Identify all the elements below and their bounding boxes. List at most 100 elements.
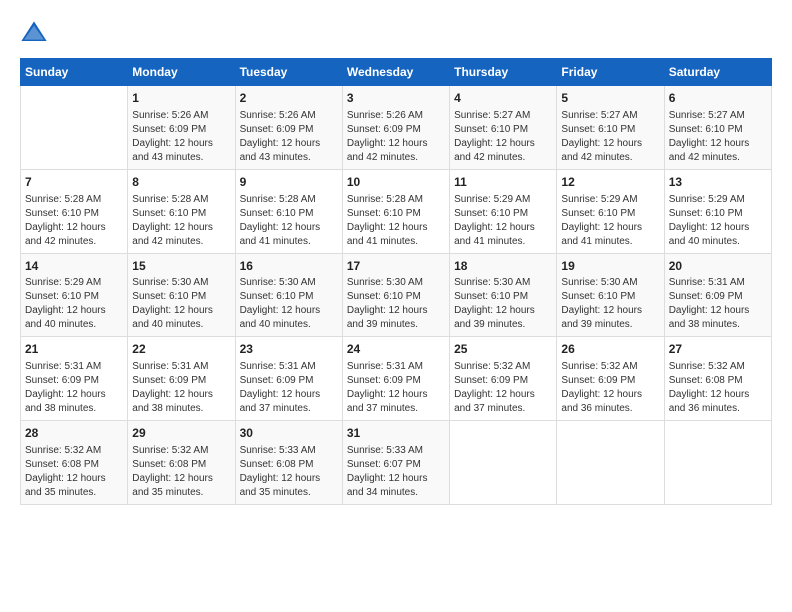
sunset: Sunset: 6:08 PM — [132, 458, 230, 472]
day-number: 5 — [561, 90, 659, 107]
sunset: Sunset: 6:10 PM — [347, 290, 445, 304]
sunrise: Sunrise: 5:28 AM — [25, 193, 123, 207]
sunrise: Sunrise: 5:28 AM — [132, 193, 230, 207]
day-info: Sunrise: 5:33 AM Sunset: 6:07 PM Dayligh… — [347, 444, 445, 500]
daylight: Daylight: 12 hours and 37 minutes. — [347, 388, 445, 416]
day-number: 17 — [347, 258, 445, 275]
daylight: Daylight: 12 hours and 40 minutes. — [240, 304, 338, 332]
sunset: Sunset: 6:10 PM — [454, 207, 552, 221]
calendar-week-row: 21 Sunrise: 5:31 AM Sunset: 6:09 PM Dayl… — [21, 337, 772, 421]
calendar-cell: 19 Sunrise: 5:30 AM Sunset: 6:10 PM Dayl… — [557, 253, 664, 337]
daylight: Daylight: 12 hours and 41 minutes. — [240, 221, 338, 249]
daylight: Daylight: 12 hours and 38 minutes. — [25, 388, 123, 416]
calendar-cell — [450, 421, 557, 505]
sunrise: Sunrise: 5:29 AM — [25, 276, 123, 290]
calendar-cell: 3 Sunrise: 5:26 AM Sunset: 6:09 PM Dayli… — [342, 86, 449, 170]
day-number: 3 — [347, 90, 445, 107]
calendar-cell: 7 Sunrise: 5:28 AM Sunset: 6:10 PM Dayli… — [21, 169, 128, 253]
calendar-cell: 31 Sunrise: 5:33 AM Sunset: 6:07 PM Dayl… — [342, 421, 449, 505]
day-number: 9 — [240, 174, 338, 191]
sunrise: Sunrise: 5:30 AM — [347, 276, 445, 290]
day-info: Sunrise: 5:31 AM Sunset: 6:09 PM Dayligh… — [25, 360, 123, 416]
day-info: Sunrise: 5:28 AM Sunset: 6:10 PM Dayligh… — [347, 193, 445, 249]
calendar-cell: 26 Sunrise: 5:32 AM Sunset: 6:09 PM Dayl… — [557, 337, 664, 421]
sunset: Sunset: 6:09 PM — [561, 374, 659, 388]
calendar-week-row: 14 Sunrise: 5:29 AM Sunset: 6:10 PM Dayl… — [21, 253, 772, 337]
day-number: 15 — [132, 258, 230, 275]
day-info: Sunrise: 5:30 AM Sunset: 6:10 PM Dayligh… — [132, 276, 230, 332]
daylight: Daylight: 12 hours and 40 minutes. — [132, 304, 230, 332]
sunset: Sunset: 6:10 PM — [240, 290, 338, 304]
sunrise: Sunrise: 5:30 AM — [240, 276, 338, 290]
sunset: Sunset: 6:10 PM — [561, 123, 659, 137]
daylight: Daylight: 12 hours and 35 minutes. — [132, 472, 230, 500]
weekday-header-saturday: Saturday — [664, 59, 771, 86]
day-number: 18 — [454, 258, 552, 275]
day-number: 22 — [132, 341, 230, 358]
daylight: Daylight: 12 hours and 38 minutes. — [132, 388, 230, 416]
day-info: Sunrise: 5:28 AM Sunset: 6:10 PM Dayligh… — [132, 193, 230, 249]
daylight: Daylight: 12 hours and 41 minutes. — [561, 221, 659, 249]
sunset: Sunset: 6:10 PM — [132, 290, 230, 304]
weekday-header-thursday: Thursday — [450, 59, 557, 86]
sunset: Sunset: 6:09 PM — [25, 374, 123, 388]
calendar-body: 1 Sunrise: 5:26 AM Sunset: 6:09 PM Dayli… — [21, 86, 772, 505]
sunrise: Sunrise: 5:28 AM — [240, 193, 338, 207]
sunrise: Sunrise: 5:31 AM — [25, 360, 123, 374]
sunrise: Sunrise: 5:28 AM — [347, 193, 445, 207]
sunrise: Sunrise: 5:27 AM — [669, 109, 767, 123]
calendar-cell: 8 Sunrise: 5:28 AM Sunset: 6:10 PM Dayli… — [128, 169, 235, 253]
sunset: Sunset: 6:10 PM — [347, 207, 445, 221]
sunset: Sunset: 6:10 PM — [669, 123, 767, 137]
day-number: 31 — [347, 425, 445, 442]
calendar-cell: 22 Sunrise: 5:31 AM Sunset: 6:09 PM Dayl… — [128, 337, 235, 421]
daylight: Daylight: 12 hours and 42 minutes. — [347, 137, 445, 165]
calendar-cell: 5 Sunrise: 5:27 AM Sunset: 6:10 PM Dayli… — [557, 86, 664, 170]
daylight: Daylight: 12 hours and 41 minutes. — [454, 221, 552, 249]
day-number: 11 — [454, 174, 552, 191]
calendar-cell: 1 Sunrise: 5:26 AM Sunset: 6:09 PM Dayli… — [128, 86, 235, 170]
calendar-cell: 21 Sunrise: 5:31 AM Sunset: 6:09 PM Dayl… — [21, 337, 128, 421]
day-info: Sunrise: 5:27 AM Sunset: 6:10 PM Dayligh… — [561, 109, 659, 165]
calendar-cell — [21, 86, 128, 170]
day-number: 6 — [669, 90, 767, 107]
weekday-header-monday: Monday — [128, 59, 235, 86]
sunrise: Sunrise: 5:26 AM — [132, 109, 230, 123]
day-info: Sunrise: 5:29 AM Sunset: 6:10 PM Dayligh… — [25, 276, 123, 332]
day-info: Sunrise: 5:30 AM Sunset: 6:10 PM Dayligh… — [561, 276, 659, 332]
weekday-header-sunday: Sunday — [21, 59, 128, 86]
day-info: Sunrise: 5:32 AM Sunset: 6:09 PM Dayligh… — [561, 360, 659, 416]
daylight: Daylight: 12 hours and 37 minutes. — [240, 388, 338, 416]
day-number: 2 — [240, 90, 338, 107]
day-info: Sunrise: 5:31 AM Sunset: 6:09 PM Dayligh… — [347, 360, 445, 416]
sunset: Sunset: 6:09 PM — [347, 374, 445, 388]
day-number: 14 — [25, 258, 123, 275]
calendar-cell: 25 Sunrise: 5:32 AM Sunset: 6:09 PM Dayl… — [450, 337, 557, 421]
daylight: Daylight: 12 hours and 42 minutes. — [561, 137, 659, 165]
day-number: 8 — [132, 174, 230, 191]
calendar-cell: 23 Sunrise: 5:31 AM Sunset: 6:09 PM Dayl… — [235, 337, 342, 421]
sunrise: Sunrise: 5:32 AM — [669, 360, 767, 374]
calendar-cell: 27 Sunrise: 5:32 AM Sunset: 6:08 PM Dayl… — [664, 337, 771, 421]
sunrise: Sunrise: 5:31 AM — [669, 276, 767, 290]
sunset: Sunset: 6:09 PM — [454, 374, 552, 388]
daylight: Daylight: 12 hours and 39 minutes. — [347, 304, 445, 332]
sunset: Sunset: 6:10 PM — [561, 207, 659, 221]
calendar-cell: 18 Sunrise: 5:30 AM Sunset: 6:10 PM Dayl… — [450, 253, 557, 337]
day-info: Sunrise: 5:32 AM Sunset: 6:08 PM Dayligh… — [669, 360, 767, 416]
day-number: 10 — [347, 174, 445, 191]
calendar-cell: 6 Sunrise: 5:27 AM Sunset: 6:10 PM Dayli… — [664, 86, 771, 170]
sunset: Sunset: 6:09 PM — [669, 290, 767, 304]
weekday-header-wednesday: Wednesday — [342, 59, 449, 86]
calendar-header: SundayMondayTuesdayWednesdayThursdayFrid… — [21, 59, 772, 86]
calendar-week-row: 7 Sunrise: 5:28 AM Sunset: 6:10 PM Dayli… — [21, 169, 772, 253]
logo-icon — [20, 20, 48, 48]
calendar-week-row: 1 Sunrise: 5:26 AM Sunset: 6:09 PM Dayli… — [21, 86, 772, 170]
day-info: Sunrise: 5:29 AM Sunset: 6:10 PM Dayligh… — [454, 193, 552, 249]
sunset: Sunset: 6:08 PM — [25, 458, 123, 472]
sunset: Sunset: 6:07 PM — [347, 458, 445, 472]
sunrise: Sunrise: 5:33 AM — [347, 444, 445, 458]
day-info: Sunrise: 5:30 AM Sunset: 6:10 PM Dayligh… — [347, 276, 445, 332]
calendar-cell: 24 Sunrise: 5:31 AM Sunset: 6:09 PM Dayl… — [342, 337, 449, 421]
calendar-cell — [557, 421, 664, 505]
